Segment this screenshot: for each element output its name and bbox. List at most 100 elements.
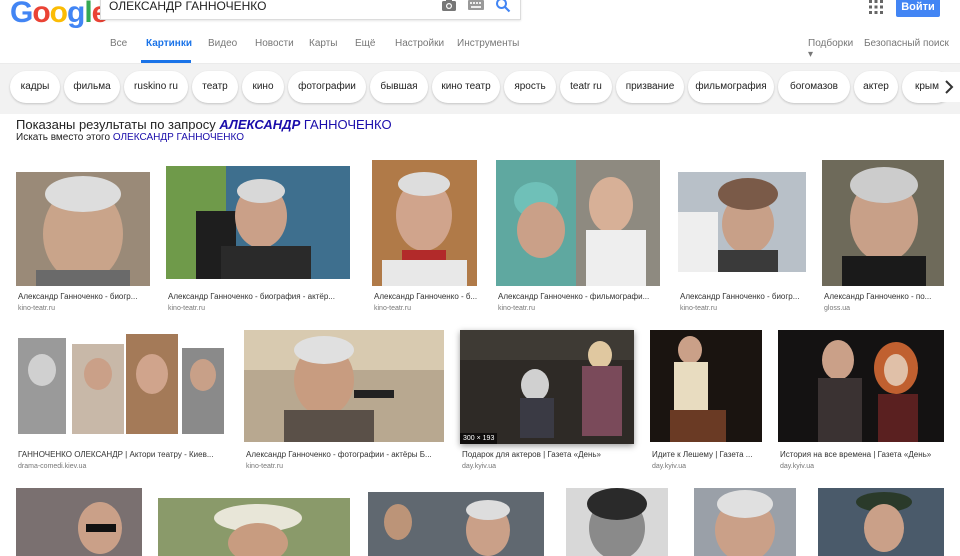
result-thumbnail[interactable] [16, 172, 150, 286]
result-source: gloss.ua [824, 305, 851, 312]
result-thumbnail[interactable] [678, 172, 806, 272]
chip[interactable]: фильма [64, 71, 120, 103]
result-thumbnail[interactable] [166, 166, 350, 279]
chips-next-button[interactable] [940, 72, 960, 102]
notice-prefix: Показаны результаты по запросу [16, 117, 216, 132]
image-result[interactable] [818, 488, 944, 556]
camera-icon[interactable] [441, 0, 457, 12]
stage-image [650, 330, 762, 442]
chip[interactable]: богомазов [778, 71, 850, 103]
tab-news[interactable]: Новости [255, 38, 294, 49]
image-result[interactable]: ГАННОЧЕНКО ОЛЕКСАНДР | Актори театру - К… [16, 330, 226, 474]
result-thumbnail[interactable]: 300 × 193 [460, 330, 634, 444]
keyboard-icon[interactable] [468, 0, 484, 10]
image-result[interactable] [694, 488, 796, 556]
result-thumbnail[interactable] [650, 330, 762, 442]
result-caption[interactable]: ГАННОЧЕНКО ОЛЕКСАНДР | Актори театру - К… [18, 450, 226, 459]
image-result[interactable] [368, 492, 544, 556]
image-result[interactable]: Александр Ганноченко - по... gloss.ua [822, 160, 944, 312]
chip[interactable]: фотографии [288, 71, 366, 103]
portrait-image [818, 488, 944, 556]
chip[interactable]: ярость [504, 71, 556, 103]
image-result[interactable]: Александр Ганноченко - биогр... kino-tea… [16, 172, 150, 312]
result-thumbnail[interactable] [818, 488, 944, 556]
logo-letter: G [10, 0, 33, 29]
result-caption[interactable]: Александр Ганноченко - биогр... [18, 292, 150, 301]
result-thumbnail[interactable] [158, 498, 350, 556]
result-thumbnail[interactable] [244, 330, 444, 442]
tab-tools[interactable]: Инструменты [457, 38, 519, 49]
image-result[interactable]: 300 × 193 Подарок для актеров | Газета «… [460, 330, 634, 474]
result-caption[interactable]: История на все времена | Газета «День» [780, 450, 944, 459]
portrait-image [678, 172, 806, 272]
tab-maps[interactable]: Карты [309, 38, 338, 49]
result-source: day.kyiv.ua [462, 463, 496, 470]
result-caption[interactable]: Александр Ганноченко - биография - актёр… [168, 292, 348, 301]
right-links: Подборки Безопасный поиск ▾ [808, 38, 960, 60]
tab-more[interactable]: Ещё [355, 38, 375, 49]
result-source: kino-teatr.ru [680, 305, 717, 312]
tab-video[interactable]: Видео [208, 38, 237, 49]
tab-all[interactable]: Все [110, 38, 127, 49]
google-logo[interactable]: Google [10, 0, 108, 30]
chip[interactable]: фильмография [688, 71, 774, 103]
result-thumbnail[interactable] [778, 330, 944, 442]
image-result[interactable]: Александр Ганноченко - биогр... kino-tea… [678, 172, 806, 312]
result-caption[interactable]: Александр Ганноченко - фильмографи... [498, 292, 660, 301]
chip[interactable]: бывшая [370, 71, 428, 103]
image-result[interactable]: Александр Ганноченко - б... kino-teatr.r… [372, 160, 477, 312]
result-thumbnail[interactable] [368, 492, 544, 556]
grid-icon[interactable] [869, 0, 883, 14]
signin-button[interactable]: Войти [896, 0, 940, 17]
chip[interactable]: актер [854, 71, 898, 103]
image-result[interactable]: История на все времена | Газета «День» d… [778, 330, 944, 474]
collections-link[interactable]: Подборки [808, 38, 853, 49]
result-thumbnail[interactable] [694, 488, 796, 556]
result-thumbnail[interactable] [496, 160, 660, 286]
image-result[interactable]: Александр Ганноченко - фотографии - актё… [244, 330, 444, 474]
search-box[interactable] [100, 0, 521, 20]
image-result[interactable] [16, 488, 142, 556]
result-caption[interactable]: Подарок для актеров | Газета «День» [462, 450, 634, 459]
image-result[interactable]: Идите к Лешему | Газета ... day.kyiv.ua [650, 330, 762, 474]
chip[interactable]: театр [192, 71, 238, 103]
result-thumbnail[interactable] [16, 488, 142, 556]
result-source: kino-teatr.ru [168, 305, 205, 312]
chip[interactable]: кино [242, 71, 284, 103]
chip[interactable]: teatr ru [560, 71, 612, 103]
notice-query-rest[interactable]: ГАННОЧЕНКО [304, 117, 392, 132]
portrait-image [822, 160, 944, 286]
image-result[interactable]: Александр Ганноченко - биография - актёр… [166, 166, 350, 312]
magnifier-icon[interactable] [495, 0, 511, 13]
notice-query-italic[interactable]: АЛЕКСАНДР [219, 117, 300, 132]
instead-link[interactable]: ОЛЕКСАНДР ГАННОЧЕНКО [113, 132, 244, 143]
portrait-image [16, 488, 142, 556]
chip[interactable]: призвание [616, 71, 684, 103]
result-caption[interactable]: Идите к Лешему | Газета ... [652, 450, 762, 459]
result-source: kino-teatr.ru [374, 305, 411, 312]
image-result[interactable] [566, 488, 668, 556]
stage-image [460, 330, 634, 444]
portrait-image [368, 492, 544, 556]
result-thumbnail[interactable] [372, 160, 477, 286]
logo-letter: o [32, 0, 50, 29]
image-result[interactable]: Александр Ганноченко - фильмографи... ki… [496, 160, 660, 312]
result-caption[interactable]: Александр Ганноченко - б... [374, 292, 477, 301]
portrait-image [372, 160, 477, 286]
chip[interactable]: кино театр [432, 71, 500, 103]
tab-settings[interactable]: Настройки [395, 38, 444, 49]
result-thumbnail[interactable] [566, 488, 668, 556]
image-result[interactable] [158, 498, 350, 556]
result-caption[interactable]: Александр Ганноченко - фотографии - актё… [246, 450, 444, 459]
chip[interactable]: кадры [10, 71, 60, 103]
chip[interactable]: ruskino ru [124, 71, 188, 103]
result-thumbnail[interactable] [16, 330, 226, 442]
stage-image [778, 330, 944, 442]
result-caption[interactable]: Александр Ганноченко - по... [824, 292, 944, 301]
tab-images[interactable]: Картинки [146, 38, 192, 49]
result-caption[interactable]: Александр Ганноченко - биогр... [680, 292, 806, 301]
result-thumbnail[interactable] [822, 160, 944, 286]
logo-letter: l [84, 0, 92, 29]
result-source: drama-comedi.kiev.ua [18, 463, 87, 470]
search-input[interactable] [109, 0, 429, 16]
